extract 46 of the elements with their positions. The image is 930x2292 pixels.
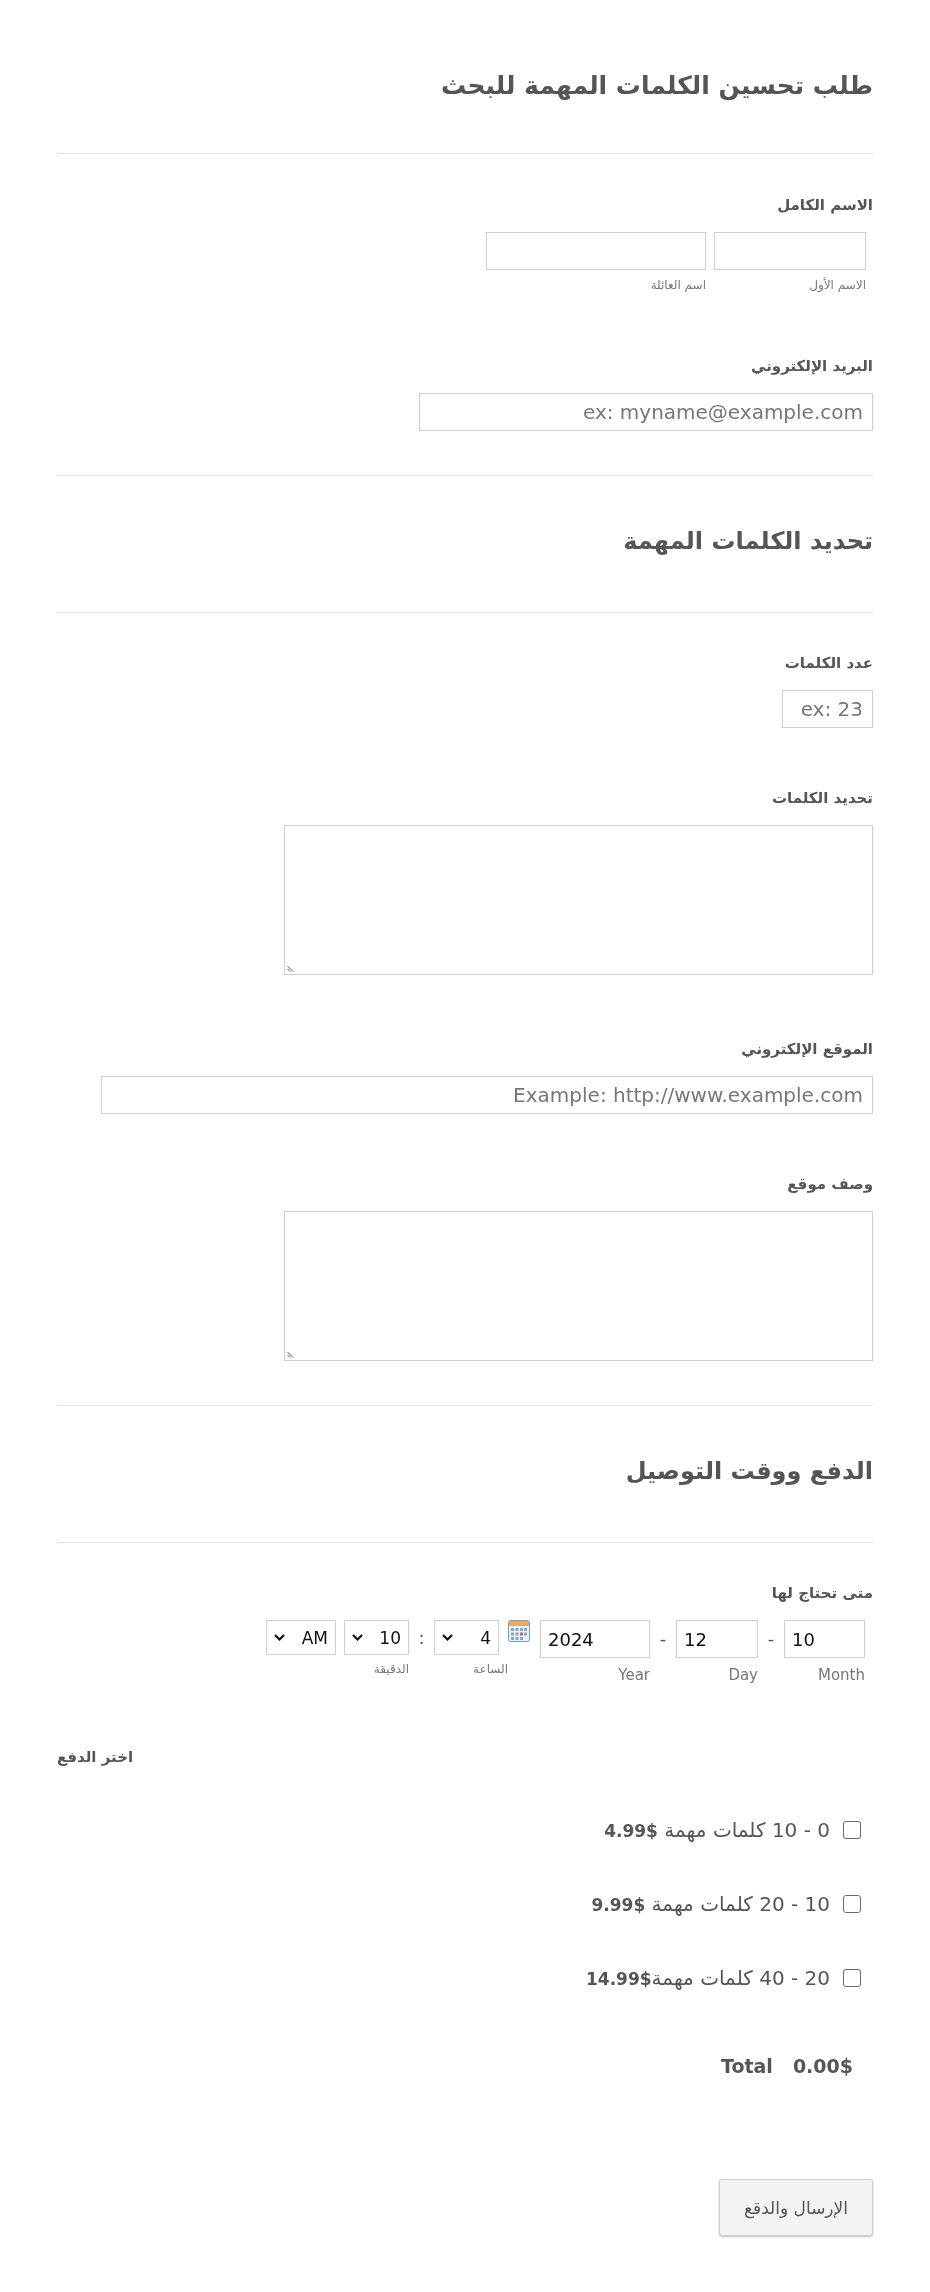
month-field[interactable]: 10 [784, 1620, 865, 1658]
field-label: الموقع الإلكتروني [741, 1039, 873, 1059]
minute-select[interactable]: 10 [344, 1620, 409, 1655]
field-sublabel: Year [618, 1665, 650, 1685]
checkbox[interactable] [843, 1821, 861, 1839]
number-field[interactable]: ex: 23 [782, 690, 873, 728]
field-label: وصف موقع [787, 1174, 873, 1194]
checkbox[interactable] [843, 1969, 861, 1987]
day-field[interactable]: 12 [676, 1620, 758, 1658]
time-separator: : [417, 1626, 426, 1650]
field-label: اختر الدفع [57, 1747, 134, 1767]
hour-select[interactable]: 4 [434, 1620, 499, 1655]
field-label: تحديد الكلمات [772, 788, 873, 808]
field-label: البريد الإلكتروني [751, 356, 873, 376]
field-label: متى تحتاج لها [771, 1583, 873, 1603]
section-heading: الدفع ووقت التوصيل [625, 1456, 873, 1487]
resize-grip-icon[interactable] [287, 964, 295, 972]
last-name-field[interactable] [486, 232, 706, 270]
checkbox[interactable] [843, 1895, 861, 1913]
field-sublabel: اسم العائلة [650, 277, 706, 294]
chevron-down-icon [274, 1634, 285, 1641]
first-name-field[interactable] [714, 232, 866, 270]
field-label: الاسم الكامل [777, 195, 873, 215]
resize-grip-icon[interactable] [287, 1350, 295, 1358]
date-separator: - [766, 1627, 776, 1651]
submit-button[interactable]: الإرسال والدقع [719, 2179, 873, 2236]
field-sublabel: الدقيقة [373, 1661, 409, 1678]
chevron-down-icon [352, 1634, 363, 1641]
textarea-field[interactable] [284, 825, 873, 975]
field-sublabel: Day [728, 1665, 758, 1685]
chevron-down-icon [442, 1634, 453, 1641]
total-amount: 0.00$ [792, 2054, 853, 2078]
date-separator: - [658, 1627, 668, 1651]
total-label: Total [720, 2054, 773, 2078]
textarea-field[interactable] [284, 1211, 873, 1361]
field-sublabel: Month [818, 1665, 865, 1685]
url-field[interactable]: Example: http://www.example.com [101, 1076, 873, 1114]
field-sublabel: الساعة [473, 1661, 508, 1678]
field-label: عدد الكلمات [784, 653, 873, 673]
section-heading: تحديد الكلمات المهمة [623, 526, 873, 557]
email-field[interactable]: ex: myname@example.com [419, 393, 873, 431]
year-field[interactable]: 2024 [540, 1620, 650, 1658]
calendar-icon[interactable] [508, 1620, 530, 1642]
ampm-select[interactable]: AM [266, 1620, 336, 1655]
field-sublabel: الاسم الأول [809, 277, 866, 294]
form-title: طلب تحسين الكلمات المهمة للبحث [441, 70, 873, 103]
